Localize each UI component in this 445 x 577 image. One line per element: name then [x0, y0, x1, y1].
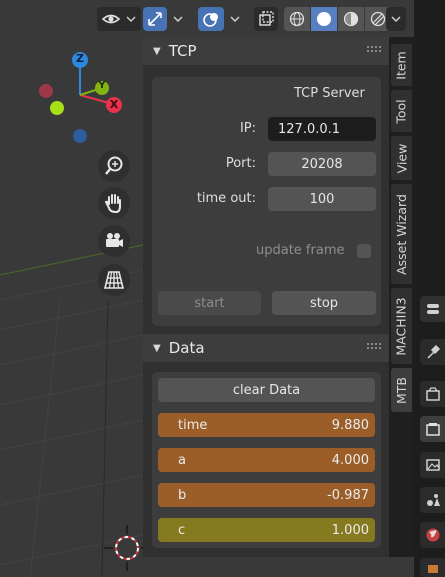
output-icon [426, 423, 440, 436]
drag-grip-icon[interactable] [367, 343, 381, 351]
world-icon [426, 528, 440, 542]
visibility-selector[interactable] [97, 7, 141, 31]
stop-button[interactable]: stop [272, 291, 376, 315]
camera-view-button[interactable] [98, 225, 130, 257]
tool-properties-tab[interactable] [420, 339, 445, 365]
chevron-down-icon [230, 16, 240, 23]
overlay-icon [203, 13, 218, 27]
data-row-b[interactable]: b -0.987 [158, 483, 375, 507]
shading-options-dropdown[interactable] [386, 7, 406, 31]
data-row-a[interactable]: a 4.000 [158, 448, 375, 472]
tab-tool-label: Tool [394, 98, 409, 124]
chevron-down-icon [173, 16, 183, 23]
ip-field[interactable]: 127.0.0.1 [268, 117, 376, 141]
view-layer-properties-tab[interactable] [420, 452, 445, 478]
solid-shading-button[interactable] [311, 7, 337, 31]
collection-icon [428, 564, 438, 573]
perspective-toggle-button[interactable] [98, 264, 130, 296]
tab-view-label: View [394, 143, 410, 173]
xray-toggle-button[interactable] [254, 7, 278, 31]
timeout-label: time out: [196, 191, 256, 206]
pan-button[interactable] [98, 187, 130, 219]
tcp-server-heading: TCP Server [294, 86, 365, 101]
drag-grip-icon[interactable] [367, 46, 381, 54]
solid-shading-icon [317, 12, 331, 26]
world-properties-tab[interactable] [420, 522, 445, 548]
scene-properties-tab[interactable] [420, 487, 445, 513]
data-row-c[interactable]: c 1.000 [158, 518, 375, 542]
rendered-shading-icon [370, 11, 386, 27]
data-row-value: 9.880 [331, 417, 369, 433]
gizmo-toggle-button[interactable] [143, 7, 167, 31]
collapse-triangle-icon: ▼ [153, 45, 161, 57]
tab-mtb-label: MTB [394, 376, 409, 404]
properties-header-button[interactable] [420, 296, 445, 322]
wireframe-shading-button[interactable] [284, 7, 310, 31]
eye-icon [101, 14, 136, 24]
gizmo-dropdown-chevron[interactable] [169, 7, 187, 31]
collapse-triangle-icon: ▼ [153, 342, 161, 354]
overlay-toggle-button[interactable] [198, 7, 224, 31]
gizmo-icon [148, 12, 162, 26]
update-frame-checkbox[interactable] [357, 244, 371, 258]
gizmo-z-label: Z [76, 52, 84, 65]
port-label: Port: [225, 156, 256, 171]
tab-mtb[interactable]: MTB [391, 368, 412, 412]
data-row-value: 1.000 [331, 522, 369, 538]
render-properties-tab[interactable] [420, 381, 445, 407]
wireframe-shading-icon [289, 11, 305, 27]
data-row-name: c [178, 522, 186, 538]
clear-data-button[interactable]: clear Data [158, 378, 375, 402]
update-frame-label: update frame [256, 243, 345, 258]
xray-icon [259, 11, 274, 26]
zoom-button[interactable] [98, 150, 130, 182]
tab-machin3-label: MACHIN3 [394, 296, 410, 356]
render-icon [426, 387, 440, 401]
tab-asset-wizard[interactable]: Asset Wizard [391, 184, 412, 284]
grid-perspective-icon [103, 271, 125, 289]
data-row-name: b [178, 487, 187, 503]
shading-mode-group [284, 7, 392, 31]
tab-item-label: Item [394, 50, 409, 80]
port-field[interactable]: 20208 [268, 152, 376, 176]
data-row-time[interactable]: time 9.880 [158, 413, 375, 437]
tcp-panel-header[interactable]: ▼ TCP [143, 37, 389, 65]
gizmo-x-label: X [109, 98, 119, 111]
tab-machin3[interactable]: MACHIN3 [391, 288, 412, 364]
tab-asset-wizard-label: Asset Wizard [394, 193, 409, 275]
collection-properties-tab[interactable] [420, 558, 445, 577]
tab-item[interactable]: Item [391, 44, 412, 86]
chevron-down-icon [391, 16, 401, 23]
gizmo-y-label: Y [98, 80, 106, 91]
ip-label: IP: [239, 121, 256, 136]
overlay-dropdown-chevron[interactable] [226, 7, 244, 31]
data-panel-title: Data [168, 339, 205, 357]
zoom-icon [105, 156, 123, 175]
camera-icon [106, 233, 123, 247]
tab-tool[interactable]: Tool [391, 90, 412, 132]
material-shading-button[interactable] [338, 7, 364, 31]
data-row-name: time [178, 417, 208, 433]
hand-icon [104, 194, 121, 214]
image-icon [426, 459, 440, 471]
timeout-field[interactable]: 100 [268, 187, 376, 211]
data-row-value: -0.987 [327, 487, 369, 503]
output-properties-tab[interactable] [420, 416, 445, 442]
material-shading-icon [343, 11, 359, 27]
properties-options-icon [427, 304, 439, 314]
data-row-value: 4.000 [331, 452, 369, 468]
data-panel-header[interactable]: ▼ Data [143, 334, 389, 362]
tab-view[interactable]: View [391, 136, 412, 180]
tool-icon [427, 344, 441, 359]
scene-icon [427, 494, 440, 506]
tcp-panel-title: TCP [168, 42, 197, 60]
start-button[interactable]: start [158, 291, 261, 315]
data-row-name: a [178, 452, 186, 468]
